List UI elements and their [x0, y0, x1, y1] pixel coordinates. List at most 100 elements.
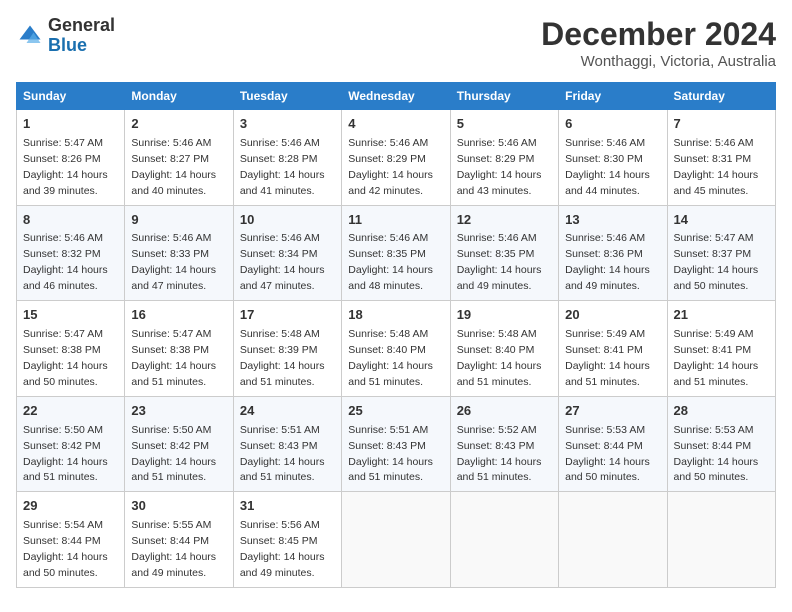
calendar-cell: 20Sunrise: 5:49 AMSunset: 8:41 PMDayligh… [559, 301, 667, 397]
calendar-cell: 25Sunrise: 5:51 AMSunset: 8:43 PMDayligh… [342, 396, 450, 492]
day-number: 17 [240, 306, 335, 325]
calendar-cell: 24 Sunrise: 5:51 AMSunset: 8:43 PMDayligh… [233, 396, 341, 492]
day-info: Sunrise: 5:46 AMSunset: 8:35 PMDaylight:… [457, 232, 542, 292]
day-number: 15 [23, 306, 118, 325]
day-number: 11 [348, 211, 443, 230]
calendar-cell: 9Sunrise: 5:46 AMSunset: 8:33 PMDaylight… [125, 205, 233, 301]
calendar-cell: 7Sunrise: 5:46 AMSunset: 8:31 PMDaylight… [667, 110, 775, 206]
day-info: Sunrise: 5:46 AMSunset: 8:33 PMDaylight:… [131, 232, 216, 292]
calendar-row-4: 22 Sunrise: 5:50 AMSunset: 8:42 PMDayligh… [17, 396, 776, 492]
calendar-cell: 10 Sunrise: 5:46 AMSunset: 8:34 PMDayligh… [233, 205, 341, 301]
day-info: Sunrise: 5:50 AMSunset: 8:42 PMDaylight:… [131, 424, 216, 484]
col-header-monday: Monday [125, 83, 233, 110]
day-info: Sunrise: 5:52 AMSunset: 8:43 PMDaylight:… [457, 424, 542, 484]
day-number: 12 [457, 211, 552, 230]
day-info: Sunrise: 5:46 AMSunset: 8:28 PMDaylight:… [240, 137, 325, 197]
month-title: December 2024 [541, 16, 776, 53]
calendar-cell [559, 492, 667, 588]
location-subtitle: Wonthaggi, Victoria, Australia [541, 53, 776, 70]
calendar-cell: 4 Sunrise: 5:46 AMSunset: 8:29 PMDaylight… [342, 110, 450, 206]
day-info: Sunrise: 5:50 AMSunset: 8:42 PMDaylight:… [23, 424, 108, 484]
day-number: 14 [674, 211, 769, 230]
day-info: Sunrise: 5:56 AMSunset: 8:45 PMDaylight:… [240, 519, 325, 579]
day-info: Sunrise: 5:46 AMSunset: 8:34 PMDaylight:… [240, 232, 325, 292]
calendar-cell: 14Sunrise: 5:47 AMSunset: 8:37 PMDayligh… [667, 205, 775, 301]
calendar-cell: 2 Sunrise: 5:46 AMSunset: 8:27 PMDaylight… [125, 110, 233, 206]
day-info: Sunrise: 5:46 AMSunset: 8:31 PMDaylight:… [674, 137, 759, 197]
calendar-cell: 19Sunrise: 5:48 AMSunset: 8:40 PMDayligh… [450, 301, 558, 397]
day-info: Sunrise: 5:49 AMSunset: 8:41 PMDaylight:… [674, 328, 759, 388]
calendar-cell: 8Sunrise: 5:46 AMSunset: 8:32 PMDaylight… [17, 205, 125, 301]
day-info: Sunrise: 5:51 AMSunset: 8:43 PMDaylight:… [348, 424, 433, 484]
title-block: December 2024 Wonthaggi, Victoria, Austr… [541, 16, 776, 70]
calendar-cell: 18 Sunrise: 5:48 AMSunset: 8:40 PMDayligh… [342, 301, 450, 397]
day-number: 23 [131, 402, 226, 421]
day-info: Sunrise: 5:48 AMSunset: 8:40 PMDaylight:… [457, 328, 542, 388]
calendar-cell: 11 Sunrise: 5:46 AMSunset: 8:35 PMDayligh… [342, 205, 450, 301]
calendar-cell: 31 Sunrise: 5:56 AMSunset: 8:45 PMDayligh… [233, 492, 341, 588]
day-number: 3 [240, 115, 335, 134]
calendar-cell: 23 Sunrise: 5:50 AMSunset: 8:42 PMDayligh… [125, 396, 233, 492]
page-header: General Blue December 2024 Wonthaggi, Vi… [16, 16, 776, 70]
day-number: 30 [131, 497, 226, 516]
calendar-cell [450, 492, 558, 588]
calendar-cell [667, 492, 775, 588]
logo-text: General Blue [48, 16, 115, 56]
col-header-wednesday: Wednesday [342, 83, 450, 110]
day-info: Sunrise: 5:46 AMSunset: 8:29 PMDaylight:… [348, 137, 433, 197]
day-number: 22 [23, 402, 118, 421]
day-info: Sunrise: 5:47 AMSunset: 8:38 PMDaylight:… [23, 328, 108, 388]
day-info: Sunrise: 5:47 AMSunset: 8:26 PMDaylight:… [23, 137, 108, 197]
calendar-cell: 16 Sunrise: 5:47 AMSunset: 8:38 PMDayligh… [125, 301, 233, 397]
day-info: Sunrise: 5:55 AMSunset: 8:44 PMDaylight:… [131, 519, 216, 579]
day-number: 1 [23, 115, 118, 134]
day-info: Sunrise: 5:48 AMSunset: 8:40 PMDaylight:… [348, 328, 433, 388]
calendar-cell [342, 492, 450, 588]
day-info: Sunrise: 5:46 AMSunset: 8:27 PMDaylight:… [131, 137, 216, 197]
col-header-sunday: Sunday [17, 83, 125, 110]
calendar-cell: 13 Sunrise: 5:46 AMSunset: 8:36 PMDayligh… [559, 205, 667, 301]
calendar-cell: 17 Sunrise: 5:48 AMSunset: 8:39 PMDayligh… [233, 301, 341, 397]
calendar-cell: 22 Sunrise: 5:50 AMSunset: 8:42 PMDayligh… [17, 396, 125, 492]
day-number: 20 [565, 306, 660, 325]
day-number: 21 [674, 306, 769, 325]
calendar-cell: 27Sunrise: 5:53 AMSunset: 8:44 PMDayligh… [559, 396, 667, 492]
logo-icon [16, 22, 44, 50]
day-info: Sunrise: 5:54 AMSunset: 8:44 PMDaylight:… [23, 519, 108, 579]
col-header-saturday: Saturday [667, 83, 775, 110]
calendar-cell: 21 Sunrise: 5:49 AMSunset: 8:41 PMDayligh… [667, 301, 775, 397]
calendar-row-1: 1 Sunrise: 5:47 AMSunset: 8:26 PMDaylight… [17, 110, 776, 206]
calendar-cell: 12 Sunrise: 5:46 AMSunset: 8:35 PMDayligh… [450, 205, 558, 301]
day-info: Sunrise: 5:48 AMSunset: 8:39 PMDaylight:… [240, 328, 325, 388]
calendar-cell: 26 Sunrise: 5:52 AMSunset: 8:43 PMDayligh… [450, 396, 558, 492]
calendar-cell: 1 Sunrise: 5:47 AMSunset: 8:26 PMDaylight… [17, 110, 125, 206]
day-number: 10 [240, 211, 335, 230]
calendar-cell: 3 Sunrise: 5:46 AMSunset: 8:28 PMDaylight… [233, 110, 341, 206]
calendar-cell: 28Sunrise: 5:53 AMSunset: 8:44 PMDayligh… [667, 396, 775, 492]
calendar-row-2: 8Sunrise: 5:46 AMSunset: 8:32 PMDaylight… [17, 205, 776, 301]
day-number: 31 [240, 497, 335, 516]
day-info: Sunrise: 5:46 AMSunset: 8:29 PMDaylight:… [457, 137, 542, 197]
day-number: 18 [348, 306, 443, 325]
day-info: Sunrise: 5:46 AMSunset: 8:35 PMDaylight:… [348, 232, 433, 292]
logo: General Blue [16, 16, 115, 56]
day-number: 6 [565, 115, 660, 134]
day-number: 2 [131, 115, 226, 134]
day-info: Sunrise: 5:53 AMSunset: 8:44 PMDaylight:… [565, 424, 650, 484]
day-number: 13 [565, 211, 660, 230]
day-info: Sunrise: 5:47 AMSunset: 8:38 PMDaylight:… [131, 328, 216, 388]
day-info: Sunrise: 5:53 AMSunset: 8:44 PMDaylight:… [674, 424, 759, 484]
calendar-cell: 6 Sunrise: 5:46 AMSunset: 8:30 PMDaylight… [559, 110, 667, 206]
day-info: Sunrise: 5:46 AMSunset: 8:36 PMDaylight:… [565, 232, 650, 292]
day-number: 26 [457, 402, 552, 421]
calendar-cell: 30 Sunrise: 5:55 AMSunset: 8:44 PMDayligh… [125, 492, 233, 588]
day-info: Sunrise: 5:46 AMSunset: 8:30 PMDaylight:… [565, 137, 650, 197]
day-number: 4 [348, 115, 443, 134]
day-number: 16 [131, 306, 226, 325]
col-header-thursday: Thursday [450, 83, 558, 110]
col-header-friday: Friday [559, 83, 667, 110]
calendar-cell: 5Sunrise: 5:46 AMSunset: 8:29 PMDaylight… [450, 110, 558, 206]
calendar-cell: 29Sunrise: 5:54 AMSunset: 8:44 PMDayligh… [17, 492, 125, 588]
day-info: Sunrise: 5:51 AMSunset: 8:43 PMDaylight:… [240, 424, 325, 484]
day-number: 24 [240, 402, 335, 421]
